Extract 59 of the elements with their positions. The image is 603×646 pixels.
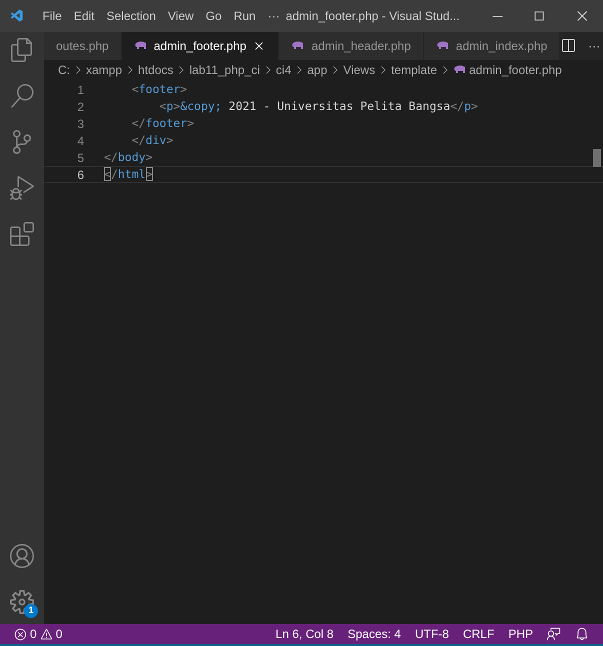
warning-count[interactable]: 0 [56,625,62,643]
breadcrumb-item[interactable]: template [391,61,438,79]
more-actions-button[interactable]: ··· [588,37,600,55]
window-title: admin_footer.php - Visual Stud... [286,8,460,25]
status-item[interactable]: Ln 6, Col 8 [276,625,334,643]
app-logo-icon [10,8,24,24]
editor-tab[interactable]: admin_index.php [424,32,560,60]
error-count[interactable]: 0 [30,625,37,643]
warning-icon[interactable] [40,628,53,640]
elephant-icon [134,41,148,51]
scrollbar [593,149,601,167]
line-number: 2 [76,98,84,116]
split-editor-icon[interactable] [560,38,576,54]
line-number: 5 [76,150,84,166]
line-number: 6 [76,166,84,184]
breadcrumb-item[interactable]: ci4 [276,61,292,79]
extensions-icon[interactable] [10,222,34,246]
close-icon[interactable] [574,8,589,24]
status-item[interactable]: Spaces: 4 [348,625,401,643]
breadcrumb-item[interactable]: htdocs [138,61,174,79]
elephant-icon [453,65,468,75]
code-line: </body> [104,148,152,166]
breadcrumb-item[interactable]: C: [58,61,70,79]
menu-item[interactable]: Go [200,7,228,25]
code-line: </footer> [130,114,194,132]
status-item[interactable]: PHP [508,625,533,643]
menu-item[interactable]: View [162,7,200,25]
menu-item[interactable]: Edit [68,7,100,25]
editor-tab[interactable]: admin_header.php [279,32,424,60]
elephant-icon [436,41,450,51]
breadcrumb-item[interactable]: Views [343,61,376,79]
code-line: <p>&copy; 2021 - Universitas Pelita Bangsa</p> [158,98,478,115]
menu-item[interactable]: Selection [100,7,162,25]
status-item[interactable]: CRLF [462,625,494,643]
notification-badge: 1 [24,604,38,618]
editor-tab[interactable]: outes.php [44,32,122,60]
line-number: 1 [76,82,84,98]
line-number: 3 [76,116,84,132]
code-line: <footer> [130,80,188,98]
bell-icon[interactable] [575,627,589,641]
elephant-icon [291,41,306,51]
breadcrumb-item[interactable]: xampp [86,61,122,79]
menu-item[interactable]: Run [228,7,262,25]
menu-item[interactable]: ··· [262,7,286,25]
files-icon[interactable] [10,38,34,62]
breadcrumb-item[interactable]: lab11_php_ci [189,61,260,79]
feedback-icon[interactable] [547,627,561,641]
run-debug-icon[interactable] [10,176,34,200]
source-control-icon[interactable] [10,130,34,154]
account-icon[interactable] [10,544,34,568]
editor-tab[interactable]: admin_footer.php [122,32,280,60]
menu-item[interactable]: File [36,7,68,25]
search-icon[interactable] [10,84,34,108]
line-number: 4 [76,132,84,150]
breadcrumb-item[interactable]: admin_footer.php [469,61,562,79]
status-item[interactable]: UTF-8 [414,625,449,643]
code-line: </div> [130,132,174,149]
error-icon[interactable] [14,628,27,640]
breadcrumb-item[interactable]: app [307,61,328,79]
